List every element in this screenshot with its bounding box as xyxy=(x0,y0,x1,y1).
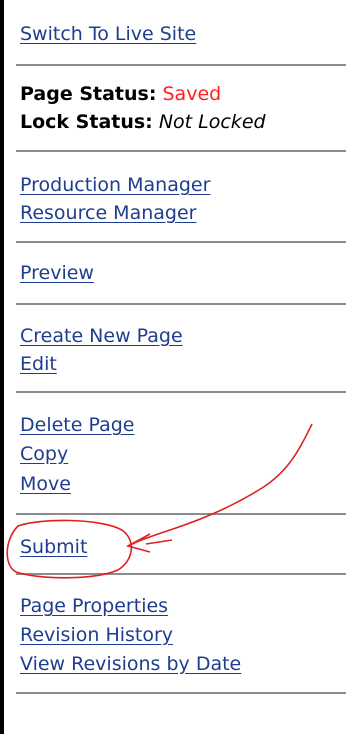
edit-link[interactable]: Edit xyxy=(20,352,57,377)
create-new-page-link[interactable]: Create New Page xyxy=(20,324,183,349)
copy-link[interactable]: Copy xyxy=(20,442,68,467)
view-revisions-by-date-link[interactable]: View Revisions by Date xyxy=(20,652,241,677)
separator xyxy=(16,150,346,152)
page-status-label: Page Status: xyxy=(20,83,157,105)
page-status-row: Page Status: Saved xyxy=(20,82,221,107)
submit-link[interactable]: Submit xyxy=(20,535,87,560)
preview-link[interactable]: Preview xyxy=(20,261,94,286)
production-manager-link[interactable]: Production Manager xyxy=(20,173,210,198)
lock-status-label: Lock Status: xyxy=(20,111,153,133)
switch-to-live-site-link[interactable]: Switch To Live Site xyxy=(20,22,196,47)
delete-page-link[interactable]: Delete Page xyxy=(20,413,134,438)
separator xyxy=(16,64,346,66)
page-properties-link[interactable]: Page Properties xyxy=(20,594,168,619)
separator xyxy=(16,241,346,243)
separator xyxy=(16,573,346,575)
cms-action-sidebar: Switch To Live Site Page Status: Saved L… xyxy=(0,0,346,734)
separator xyxy=(16,303,346,305)
move-link[interactable]: Move xyxy=(20,472,71,497)
lock-status-value: Not Locked xyxy=(158,111,266,133)
separator xyxy=(16,692,346,694)
separator xyxy=(16,513,346,515)
lock-status-row: Lock Status: Not Locked xyxy=(20,110,266,135)
resource-manager-link[interactable]: Resource Manager xyxy=(20,201,196,226)
revision-history-link[interactable]: Revision History xyxy=(20,623,173,648)
page-status-value: Saved xyxy=(162,83,222,105)
separator xyxy=(16,391,346,393)
